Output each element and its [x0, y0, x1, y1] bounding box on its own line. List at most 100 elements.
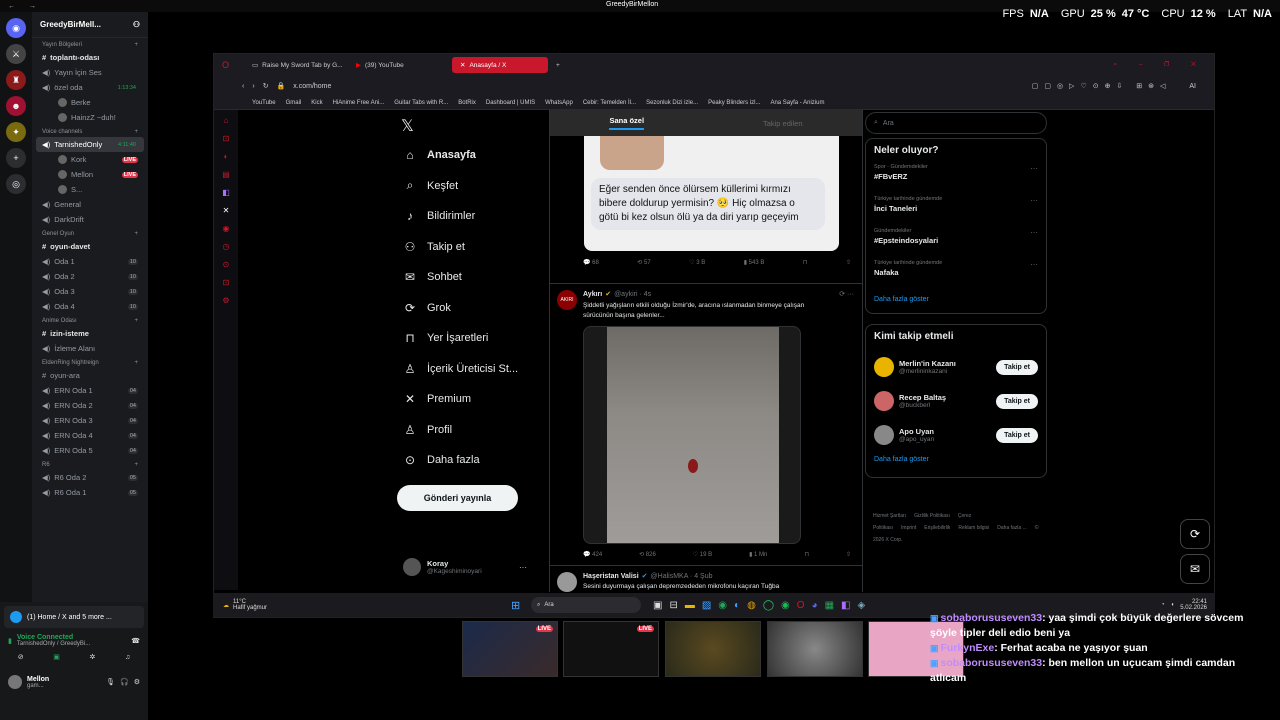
discord-icon[interactable]: ◕: [812, 600, 818, 611]
history-icon[interactable]: ◷: [223, 242, 230, 251]
bookmark-item[interactable]: Gmail: [286, 100, 302, 106]
channel-item[interactable]: # toplantı-odası: [32, 50, 148, 65]
back-icon[interactable]: ←: [8, 3, 15, 10]
footer-link[interactable]: Reklam bilgisi: [958, 525, 989, 531]
tab-for-you[interactable]: Sana özel: [609, 116, 645, 130]
channel-category[interactable]: Genel Oyun +: [32, 227, 148, 239]
add-channel-icon[interactable]: +: [134, 462, 138, 468]
author-name[interactable]: Haşeristan Valisi: [583, 573, 639, 580]
nav-item[interactable]: ✕ Premium: [403, 384, 543, 415]
follow-button[interactable]: Takip et: [996, 359, 1038, 375]
twitch-icon[interactable]: ◧: [222, 188, 230, 197]
channel-category[interactable]: EldenRing Nightreign +: [32, 356, 148, 368]
bookmark-item[interactable]: Cebir: Temelden İl...: [583, 100, 636, 106]
activities-icon[interactable]: ✲: [89, 653, 95, 661]
bag-icon[interactable]: ⊡: [223, 134, 230, 143]
new-tab-icon[interactable]: +: [556, 62, 560, 69]
weather-widget[interactable]: ☁ 11°C Hafif yağmur: [223, 599, 267, 611]
voice-user[interactable]: HainzZ ~duh!: [32, 110, 148, 125]
add-channel-icon[interactable]: +: [134, 360, 138, 366]
author-handle[interactable]: @HalisMKA · 4 Şub: [651, 573, 713, 580]
store-icon[interactable]: ⊟: [669, 600, 677, 611]
more-icon[interactable]: ···: [519, 563, 527, 572]
wifi-icon[interactable]: ◔: [1161, 602, 1165, 608]
chrome-icon[interactable]: ◍: [747, 600, 756, 611]
views-button[interactable]: ▮ 1 Mn: [749, 551, 767, 558]
stream-thumbnail[interactable]: [665, 621, 761, 677]
channel-item[interactable]: ◀) Oda 1 10: [32, 254, 148, 269]
author-handle[interactable]: @aykiri · 4s: [614, 291, 651, 298]
opera-logo-icon[interactable]: O: [222, 60, 229, 70]
forward-icon[interactable]: →: [29, 3, 36, 10]
music-icon[interactable]: ◉: [223, 224, 230, 233]
bookmark-item[interactable]: Peaky Blinders izl...: [708, 100, 760, 106]
clock-icon[interactable]: ⊙: [223, 260, 230, 269]
footer-link[interactable]: Gizlilik Politikası: [914, 513, 950, 519]
channel-item[interactable]: ◀) ERN Oda 3 04: [32, 413, 148, 428]
edge-icon[interactable]: ◐: [734, 600, 740, 611]
bookmark-icon[interactable]: ⊓: [804, 551, 809, 558]
mic-icon[interactable]: 🎙: [106, 678, 115, 686]
discord-home-icon[interactable]: ◉: [6, 18, 26, 38]
trend-item[interactable]: Gündemdekiler #Epsteindosyalari ···: [874, 228, 1038, 260]
bookmark-icon[interactable]: ⊓: [803, 259, 808, 266]
nav-item[interactable]: ⌂ Anasayfa: [403, 140, 543, 171]
toolbar-icons[interactable]: ▢▢◎▷♡⊙⊕⇩ ⊞⊛◁: [1032, 82, 1172, 90]
twitch-icon[interactable]: ◧: [841, 600, 850, 611]
channel-item[interactable]: ◀) ERN Oda 5 04: [32, 443, 148, 458]
bookmark-item[interactable]: Dashboard | UMIS: [486, 100, 535, 106]
show-more-link[interactable]: Daha fazla göster: [874, 296, 1038, 303]
task-view-icon[interactable]: ▣: [653, 600, 662, 611]
channel-item[interactable]: ◀) ERN Oda 4 04: [32, 428, 148, 443]
follow-suggestion[interactable]: Merlin'in Kazanı @merlininkazani Takip et: [874, 350, 1038, 384]
voice-user[interactable]: Berke: [32, 95, 148, 110]
channel-item[interactable]: ◀) Oda 3 10: [32, 284, 148, 299]
follow-suggestion[interactable]: Apo Uyan @apo_uyan Takip et: [874, 418, 1038, 452]
server-icon[interactable]: ⚔: [6, 44, 26, 64]
like-button[interactable]: ♡ 3 B: [689, 259, 705, 266]
tab-following[interactable]: Takip edilen: [763, 119, 803, 128]
discover-icon[interactable]: ◎: [6, 174, 26, 194]
share-icon[interactable]: ⇧: [846, 551, 851, 558]
stream-thumbnail[interactable]: LIVE: [462, 621, 558, 677]
tweet-video[interactable]: [583, 326, 801, 544]
server-icon[interactable]: ✦: [6, 122, 26, 142]
bookmark-item[interactable]: YouTube: [252, 100, 276, 106]
excel-icon[interactable]: ▦: [825, 600, 834, 611]
tweet[interactable]: AKIRI Aykırı ✔ @aykiri · 4s ⟳ ··· Şiddet…: [550, 284, 862, 566]
search-input[interactable]: ⌕ Ara: [865, 112, 1047, 134]
add-server-icon[interactable]: +: [6, 148, 26, 168]
voice-channel[interactable]: TarnishedOnly / GreedyBi...: [17, 641, 90, 647]
start-icon[interactable]: ⊞: [511, 599, 520, 612]
tab-youtube[interactable]: ▶ (39) YouTube: [348, 57, 448, 73]
grok-icon[interactable]: ⟳: [1180, 519, 1210, 549]
channel-category[interactable]: Anime Odası +: [32, 314, 148, 326]
show-more-link[interactable]: Daha fazla göster: [874, 456, 1038, 463]
channel-item[interactable]: ◀) R6 Oda 1 05: [32, 485, 148, 500]
channel-category[interactable]: R6 +: [32, 458, 148, 470]
channel-item[interactable]: ◀) ERN Oda 2 04: [32, 398, 148, 413]
camera-off-icon[interactable]: ⊘: [18, 653, 24, 661]
tab-x-home[interactable]: ✕ Anasayfa / X: [452, 57, 548, 73]
footer-link[interactable]: Hizmet Şartları: [873, 513, 906, 519]
follow-button[interactable]: Takip et: [996, 393, 1038, 409]
back-icon[interactable]: ‹: [242, 83, 244, 90]
like-button[interactable]: ♡ 19 B: [693, 551, 712, 558]
channel-item[interactable]: ◀) DarkDrift: [32, 212, 148, 227]
add-channel-icon[interactable]: +: [134, 129, 138, 135]
more-icon[interactable]: ···: [1030, 260, 1038, 269]
opera-icon[interactable]: O: [797, 600, 805, 611]
tweet[interactable]: Eğer senden önce ölürsem küllerimi kırmı…: [550, 136, 862, 284]
server-header[interactable]: GreedyBirMell... ⚇: [32, 12, 148, 38]
retweet-button[interactable]: ⟲ 57: [637, 259, 650, 266]
invite-icon[interactable]: ⚇: [133, 20, 140, 29]
photos-icon[interactable]: ▨: [702, 600, 711, 611]
voice-user[interactable]: Mellon LIVE: [32, 167, 148, 182]
avatar[interactable]: [8, 675, 22, 689]
channel-item[interactable]: ◀) Yayın İçin Ses: [32, 65, 148, 80]
follow-suggestion[interactable]: Recep Baltaş @buckberl Takip et: [874, 384, 1038, 418]
views-button[interactable]: ▮ 543 B: [744, 259, 765, 266]
url-field[interactable]: x.com/home: [293, 83, 331, 90]
nav-item[interactable]: ⊙ Daha fazla: [403, 445, 543, 476]
avatar[interactable]: AKIRI: [557, 290, 577, 310]
